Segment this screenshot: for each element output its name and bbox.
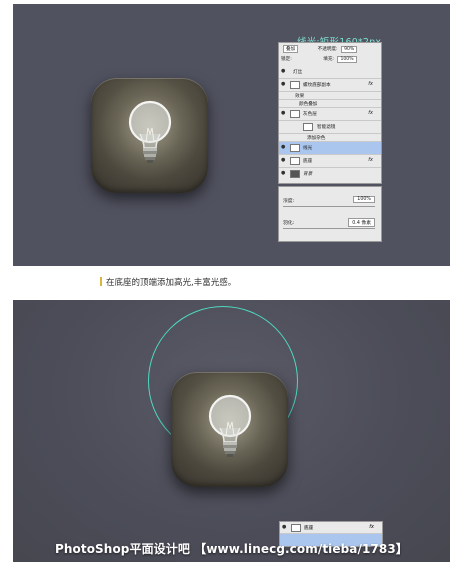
layer-row: 颜色叠加 xyxy=(279,100,381,108)
layer-thumbnail xyxy=(290,157,300,165)
top-tutorial-panel: 线光:矩形160*2px 叠加 不透明度: 90% 锁定: 填充: 100% ● xyxy=(13,4,450,266)
layer-thumbnail xyxy=(303,123,313,131)
feather-input[interactable]: 0.4 像素 xyxy=(348,218,375,227)
layer-name: 智能滤镜 xyxy=(317,125,336,130)
layer-row[interactable]: ● 底座 fx xyxy=(279,155,381,168)
lock-label: 锁定: xyxy=(281,57,292,62)
watermark: PhotoShop平面设计吧 【www.linecg.com/tieba/178… xyxy=(55,542,408,556)
layer-thumbnail xyxy=(290,81,300,89)
eye-icon[interactable]: ● xyxy=(281,158,287,163)
bottom-tutorial-panel: ● 底座 fx xyxy=(13,300,450,562)
layer-name: 底座 xyxy=(303,159,313,164)
lightbulb-icon xyxy=(208,394,252,457)
opacity-label: 不透明度: xyxy=(317,47,338,52)
density-input[interactable]: 100% xyxy=(353,196,375,203)
layer-row: 添加杂色 xyxy=(279,134,381,142)
lightbulb-icon xyxy=(128,100,172,163)
layer-name: 线光 xyxy=(303,146,313,151)
fill-label: 填充: xyxy=(323,57,334,62)
feather-slider[interactable] xyxy=(283,228,375,229)
app-icon-tile xyxy=(91,76,208,193)
layer-name: 螺纹底部副本 xyxy=(303,83,331,88)
eye-icon[interactable]: ● xyxy=(282,525,288,530)
layer-row[interactable]: ● 螺纹底部副本 fx xyxy=(279,79,381,92)
layer-thumbnail xyxy=(290,144,300,152)
layer-name: 底座 xyxy=(304,526,314,531)
layer-name: 背景 xyxy=(303,172,313,177)
fx-icon: fx xyxy=(368,81,373,87)
layer-name: 灰色层 xyxy=(303,112,317,117)
layer-name: 颜色叠加 xyxy=(299,102,318,107)
density-slider[interactable] xyxy=(283,206,375,207)
layer-row: 效果 xyxy=(279,92,381,100)
fill-input[interactable]: 100% xyxy=(337,56,357,63)
caption-text: 在底座的顶端添加高光,丰富光感。 xyxy=(106,278,237,288)
mask-properties-panel: 浓度: 100% 羽化: 0.4 像素 xyxy=(278,186,382,242)
step-caption: 在底座的顶端添加高光,丰富光感。 xyxy=(100,276,236,288)
eye-icon[interactable]: ● xyxy=(281,145,287,150)
layer-row[interactable]: ● 背景 xyxy=(279,168,381,181)
blend-mode-select[interactable]: 叠加 xyxy=(283,45,299,53)
layer-thumbnail xyxy=(291,524,301,532)
fx-icon: fx xyxy=(369,524,374,530)
density-label: 浓度: xyxy=(283,199,295,204)
eye-icon[interactable]: ● xyxy=(281,82,287,87)
layer-row[interactable]: ● 灯丝 xyxy=(279,66,381,79)
layer-name: 灯丝 xyxy=(293,70,303,75)
layer-row[interactable]: ● 底座 fx xyxy=(280,522,382,534)
caption-marker xyxy=(100,277,102,286)
layers-panel: 叠加 不透明度: 90% 锁定: 填充: 100% ● 灯丝 ● 螺纹底部副本 … xyxy=(278,42,382,184)
eye-icon[interactable]: ● xyxy=(281,171,287,176)
eye-icon[interactable]: ● xyxy=(281,111,287,116)
layer-name: 添加杂色 xyxy=(307,136,326,141)
layer-row: 智能滤镜 xyxy=(279,121,381,134)
feather-label: 羽化: xyxy=(283,221,295,226)
layer-thumbnail xyxy=(290,170,300,178)
layer-name: 效果 xyxy=(295,94,305,99)
fx-icon: fx xyxy=(368,110,373,116)
opacity-input[interactable]: 90% xyxy=(341,46,358,53)
layer-row-selected[interactable]: ● 线光 xyxy=(279,142,381,155)
fx-icon: fx xyxy=(368,157,373,163)
layer-row[interactable]: ● 灰色层 fx xyxy=(279,108,381,121)
app-icon-tile xyxy=(171,370,288,487)
layer-thumbnail xyxy=(290,110,300,118)
eye-icon[interactable]: ● xyxy=(281,69,287,74)
